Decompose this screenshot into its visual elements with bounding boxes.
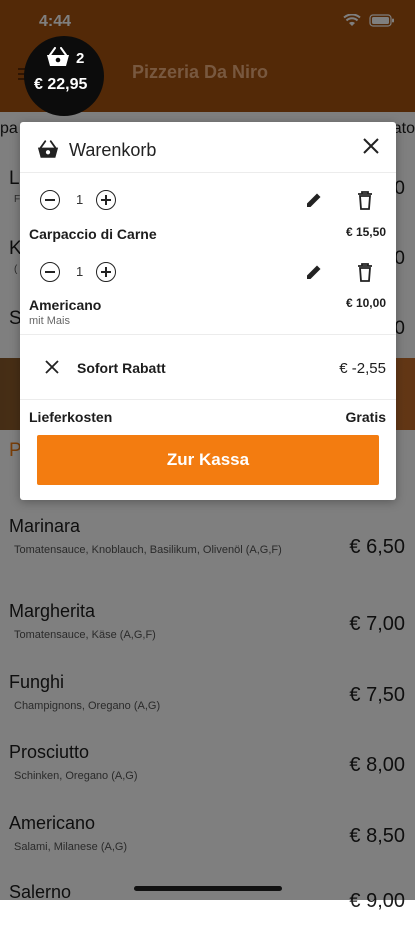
cart-count: 2 <box>76 50 85 67</box>
divider <box>20 334 396 335</box>
trash-icon[interactable] <box>356 262 374 282</box>
plus-icon[interactable] <box>96 262 116 282</box>
quantity-value: 1 <box>76 192 84 207</box>
basket-icon <box>37 140 59 158</box>
cart-item-price: € 15,50 <box>345 225 386 239</box>
quantity-stepper: 1 <box>40 262 120 286</box>
quantity-stepper: 1 <box>40 190 120 214</box>
cart-badge[interactable]: 2 € 22,95 <box>24 36 104 116</box>
cart-modal: Warenkorb 1 Carpaccio di Carne € 15,50 1… <box>20 122 396 500</box>
plus-icon[interactable] <box>96 190 116 210</box>
edit-icon[interactable] <box>304 262 324 282</box>
discount-label: Sofort Rabatt <box>77 360 166 376</box>
delivery-value: Gratis <box>345 409 386 425</box>
discount-value: € -2,55 <box>339 360 386 377</box>
cart-item-name: Carpaccio di Carne <box>29 226 157 242</box>
remove-discount-icon[interactable] <box>45 360 59 374</box>
cart-item-option: mit Mais <box>29 315 70 327</box>
checkout-button[interactable]: Zur Kassa <box>37 435 379 485</box>
divider <box>20 172 396 173</box>
quantity-value: 1 <box>76 264 84 279</box>
home-indicator <box>134 886 282 891</box>
edit-icon[interactable] <box>304 190 324 210</box>
basket-icon <box>47 47 69 66</box>
modal-title: Warenkorb <box>69 140 157 160</box>
minus-icon[interactable] <box>40 262 60 282</box>
minus-icon[interactable] <box>40 190 60 210</box>
cart-item-name: Americano <box>29 297 102 313</box>
trash-icon[interactable] <box>356 190 374 210</box>
delivery-label: Lieferkosten <box>29 409 113 425</box>
cart-total: € 22,95 <box>34 76 88 93</box>
cart-item-price: € 10,00 <box>345 296 386 310</box>
close-icon[interactable] <box>360 135 382 157</box>
divider <box>20 399 396 400</box>
